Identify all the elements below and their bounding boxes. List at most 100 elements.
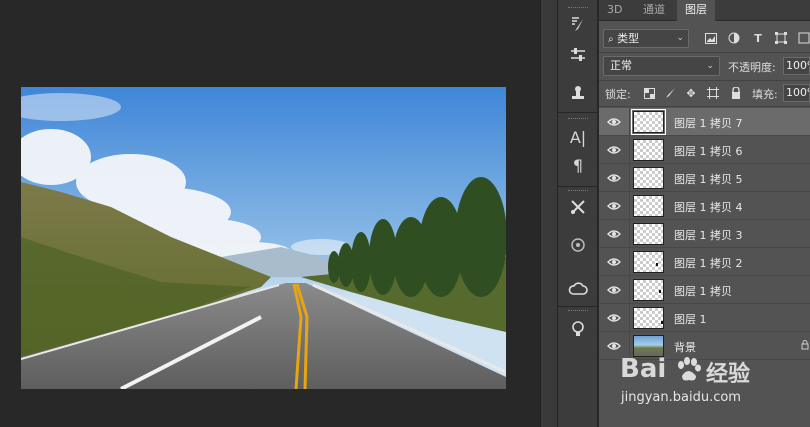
character-icon[interactable]: A| (564, 124, 592, 150)
layer-name[interactable]: 图层 1 拷贝 (674, 283, 732, 299)
layer-filter-row: ⌕ 类型 ⌄ T (599, 27, 810, 51)
image-filter-icon[interactable] (704, 31, 718, 45)
eye-visibility-icon[interactable] (607, 228, 621, 240)
lock-position-move-icon[interactable]: ✥ (684, 86, 698, 100)
eye-visibility-icon[interactable] (607, 144, 621, 156)
opacity-input[interactable]: 100% (783, 57, 810, 75)
lock-artboard-icon[interactable] (706, 86, 720, 100)
panel-tabs: 3D 通道 图层 (599, 0, 810, 22)
layer-thumbnail[interactable] (631, 109, 666, 135)
road-photo (21, 87, 506, 389)
column-divider (629, 164, 630, 192)
panel-divider (599, 80, 810, 81)
layer-thumbnail[interactable] (633, 195, 664, 217)
eye-visibility-icon[interactable] (607, 284, 621, 296)
layer-row[interactable]: 图层 1 (599, 304, 810, 332)
blend-row: 正常 ⌄ 不透明度: 100% (599, 54, 810, 78)
pixel-mark (659, 290, 661, 293)
tool-divider (558, 306, 598, 307)
column-divider (629, 192, 630, 220)
document-canvas-area[interactable] (0, 0, 540, 427)
adjustment-filter-icon[interactable] (727, 31, 741, 45)
paragraph-icon[interactable]: ¶ (564, 152, 592, 178)
type-filter-icon[interactable]: T (751, 31, 765, 45)
layer-row[interactable]: 图层 1 拷贝 7 (599, 108, 810, 136)
eye-visibility-icon[interactable] (607, 312, 621, 324)
pixel-mark (661, 321, 663, 324)
tool-divider (558, 112, 598, 113)
layer-name[interactable]: 图层 1 (674, 311, 707, 327)
column-divider (629, 304, 630, 332)
lock-pixels-brush-icon[interactable] (663, 86, 677, 100)
creative-cloud-libraries-icon[interactable] (564, 276, 592, 302)
opacity-label: 不透明度: (728, 61, 776, 74)
layers-panel: 3D 通道 图层 ⌕ 类型 ⌄ T 正常 ⌄ 不透明度: 100 锁定: ✥ 填… (599, 0, 810, 427)
eye-visibility-icon[interactable] (607, 172, 621, 184)
layer-name[interactable]: 图层 1 拷贝 6 (674, 143, 743, 159)
adjustments-icon[interactable] (564, 42, 592, 68)
grip-handle[interactable] (568, 310, 588, 312)
shape-filter-icon[interactable] (774, 31, 788, 45)
panel-separator[interactable] (540, 0, 558, 427)
layer-row[interactable]: 背景 (599, 332, 810, 360)
3d-material-icon[interactable] (564, 232, 592, 258)
chevron-down-icon: ⌄ (706, 61, 714, 71)
blend-mode-select[interactable]: 正常 ⌄ (603, 56, 720, 76)
blend-mode-value: 正常 (610, 59, 632, 72)
search-icon: ⌕ (608, 34, 614, 45)
filter-kind-select[interactable]: ⌕ 类型 ⌄ (603, 29, 689, 48)
tab-layers[interactable]: 图层 (677, 0, 715, 22)
layer-row[interactable]: 图层 1 拷贝 3 (599, 220, 810, 248)
layer-thumbnail[interactable] (633, 307, 664, 329)
layer-name[interactable]: 图层 1 拷贝 7 (674, 115, 743, 131)
clone-source-icon[interactable] (564, 80, 592, 106)
layer-row[interactable]: 图层 1 拷贝 4 (599, 192, 810, 220)
learn-lightbulb-icon[interactable] (564, 316, 592, 342)
eye-visibility-icon[interactable] (607, 256, 621, 268)
fill-label: 填充: (752, 88, 778, 101)
eye-visibility-icon[interactable] (607, 340, 621, 352)
layer-thumbnail[interactable] (633, 251, 664, 273)
fill-input[interactable]: 100% (783, 84, 810, 102)
panel-tools-strip: A| ¶ (558, 0, 598, 427)
layer-lock-icon (801, 340, 809, 350)
layer-name[interactable]: 背景 (674, 339, 696, 355)
lock-row: 锁定: ✥ 填充: 100% (599, 82, 810, 104)
lock-transparency-icon[interactable] (642, 86, 656, 100)
column-divider (629, 136, 630, 164)
grip-handle[interactable] (568, 7, 588, 9)
column-divider (629, 220, 630, 248)
layer-name[interactable]: 图层 1 拷贝 4 (674, 199, 743, 215)
layer-row[interactable]: 图层 1 拷贝 2 (599, 248, 810, 276)
tool-divider (558, 186, 598, 187)
layer-thumbnail[interactable] (633, 223, 664, 245)
layer-name[interactable]: 图层 1 拷贝 2 (674, 255, 743, 271)
column-divider (629, 332, 630, 360)
layer-row[interactable]: 图层 1 拷贝 5 (599, 164, 810, 192)
tab-channels[interactable]: 通道 (635, 0, 673, 21)
grip-handle[interactable] (568, 190, 588, 192)
lock-all-icon[interactable] (729, 86, 743, 100)
photoshop-window: A| ¶ 3D 通道 图层 ⌕ 类型 ⌄ T 正常 ⌄ 不透明度: 100 锁定… (0, 0, 810, 427)
column-divider (629, 248, 630, 276)
panel-divider (599, 106, 810, 107)
panel-divider (599, 52, 810, 53)
background-thumbnail[interactable] (633, 335, 664, 357)
eye-visibility-icon[interactable] (607, 116, 621, 128)
layer-thumbnail[interactable] (633, 279, 664, 301)
layer-row[interactable]: 图层 1 拷贝 (599, 276, 810, 304)
layer-thumbnail[interactable] (633, 167, 664, 189)
tool-presets-icon[interactable] (564, 194, 592, 220)
smart-object-filter-icon[interactable] (797, 31, 810, 45)
tab-3d[interactable]: 3D (599, 0, 630, 21)
chevron-down-icon: ⌄ (676, 33, 684, 43)
layer-row[interactable]: 图层 1 拷贝 6 (599, 136, 810, 164)
column-divider (629, 276, 630, 304)
eye-visibility-icon[interactable] (607, 200, 621, 212)
column-divider (629, 108, 630, 136)
layer-thumbnail[interactable] (633, 139, 664, 161)
grip-handle[interactable] (568, 118, 588, 120)
layer-name[interactable]: 图层 1 拷贝 5 (674, 171, 743, 187)
layer-name[interactable]: 图层 1 拷贝 3 (674, 227, 743, 243)
brush-preset-icon[interactable] (564, 12, 592, 38)
